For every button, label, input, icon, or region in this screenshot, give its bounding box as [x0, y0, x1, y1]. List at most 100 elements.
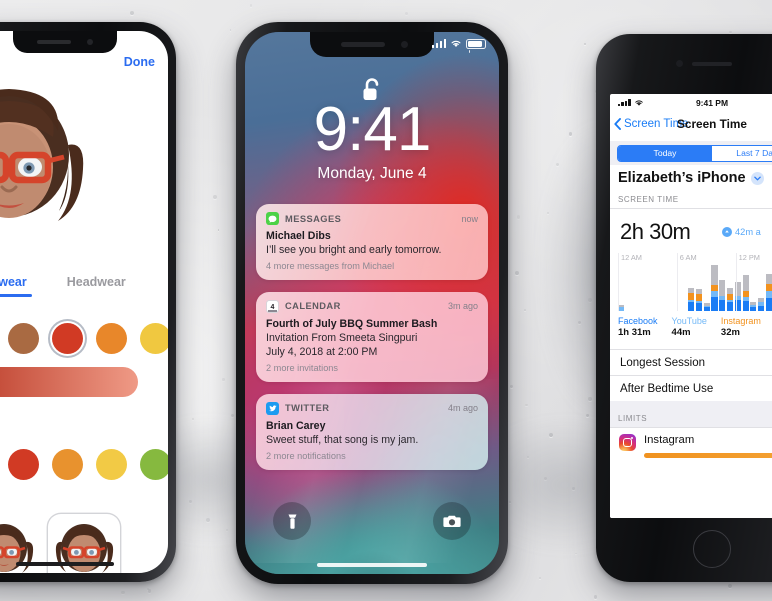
chart-bar — [695, 289, 702, 311]
limit-progress-bar — [644, 453, 772, 458]
speckle — [222, 378, 225, 381]
segmented-control-wrap: Today Last 7 Days — [610, 141, 772, 165]
color-swatch[interactable] — [52, 323, 83, 354]
chart-bar-segment — [750, 307, 757, 311]
speckle — [729, 30, 732, 34]
speckle — [229, 29, 232, 31]
segment-last7days[interactable]: Last 7 Days — [712, 145, 772, 161]
home-indicator — [16, 562, 114, 566]
limit-row-instagram[interactable]: Instagram — [610, 427, 772, 467]
notification-more[interactable]: 2 more invitations — [266, 363, 478, 373]
speaker-slit — [37, 40, 71, 44]
chart-bar-segment — [719, 299, 726, 311]
chart-bar-segment — [742, 300, 749, 311]
segment-today[interactable]: Today — [618, 145, 712, 161]
home-button[interactable] — [693, 530, 731, 568]
lock-screen-clock: 9:41 — [313, 95, 432, 164]
tab-active-indicator — [0, 294, 32, 297]
phone-middle-lockscreen: 9:41 Monday, June 4 MESSAGES now Michael… — [236, 22, 508, 584]
speckle — [147, 588, 152, 593]
screen-time-delta: 42m a — [722, 227, 761, 237]
speckle — [217, 229, 220, 231]
legend-app-value: 32m — [720, 327, 740, 338]
phone-right-screen: 9:41 PM Screen Time Screen Time Today La… — [610, 94, 772, 518]
color-swatch[interactable] — [8, 449, 39, 480]
battery-icon — [466, 39, 486, 49]
chart-tick-label: 12 PM — [738, 253, 760, 262]
notification-card[interactable]: MESSAGES now Michael Dibs I’ll see you b… — [256, 204, 488, 280]
speckle — [129, 11, 134, 16]
status-bar — [431, 39, 486, 49]
device-selector[interactable]: Elizabeth’s iPhone — [618, 170, 764, 186]
color-swatch[interactable] — [8, 323, 39, 354]
chevron-down-icon — [750, 171, 764, 185]
chart-bar-segment — [711, 265, 718, 286]
speckle — [525, 403, 528, 407]
color-swatch[interactable] — [96, 323, 127, 354]
color-swatch-row-top — [0, 323, 168, 354]
notch — [310, 32, 434, 57]
color-swatch[interactable] — [52, 449, 83, 480]
notification-header: TWITTER 4m ago — [266, 401, 478, 416]
notification-app-name: TWITTER — [285, 403, 330, 414]
speckle — [583, 42, 586, 45]
notification-more[interactable]: 2 more notifications — [266, 451, 478, 461]
chart-bar — [765, 273, 772, 311]
legend-app-value: 44m — [671, 327, 691, 338]
front-camera-icon — [87, 39, 93, 45]
tab-headwear[interactable]: Headwear — [67, 275, 126, 289]
speckle — [250, 4, 253, 7]
chart-bar — [726, 288, 734, 311]
navigation-bar: Screen Time Screen Time — [610, 111, 772, 137]
notification-body: Sweet stuff, that song is my jam. — [266, 433, 419, 446]
color-swatch[interactable] — [140, 449, 168, 480]
row-longest-session-label: Longest Session — [620, 356, 706, 369]
speckle — [404, 11, 409, 16]
notification-time: 4m ago — [447, 403, 478, 414]
tab-eyewear[interactable]: Eyewear — [0, 275, 27, 289]
color-swatch[interactable] — [140, 323, 168, 354]
status-bar-time: 9:41 PM — [695, 97, 729, 108]
camera-button[interactable] — [433, 502, 471, 540]
row-after-bedtime-use-label: After Bedtime Use — [620, 382, 714, 395]
chart-tick-label: 12 AM — [621, 253, 642, 262]
row-after-bedtime-use[interactable]: After Bedtime Use — [610, 375, 772, 401]
speckle — [509, 384, 513, 388]
chart-bar — [758, 298, 765, 311]
chart-bar-segment — [688, 302, 695, 311]
row-longest-session[interactable]: Longest Session — [610, 349, 772, 375]
notification-app-name: MESSAGES — [285, 213, 342, 224]
limit-app-name: Instagram — [644, 434, 695, 446]
notification-list: MESSAGES now Michael Dibs I’ll see you b… — [256, 204, 488, 482]
color-swatch[interactable] — [96, 449, 127, 480]
legend-app-name: Facebook — [618, 316, 658, 326]
messages-icon — [266, 212, 279, 225]
notification-card[interactable]: TWITTER 4m ago Brian Carey Sweet stuff, … — [256, 393, 488, 470]
chart-legend-item: YouTube 44m — [672, 316, 707, 338]
notification-body: Invitation From Smeeta Singpuri — [266, 331, 418, 344]
camera-icon — [443, 515, 461, 527]
chart-legend-item: Instagram 32m — [721, 316, 761, 338]
phone-right-screentime: 9:41 PM Screen Time Screen Time Today La… — [596, 34, 772, 582]
limits-header-label: LIMITS — [618, 414, 648, 423]
status-bar: 9:41 PM — [610, 94, 772, 111]
chart-legend-item: Facebook 1h 31m — [618, 316, 658, 338]
shade-slider-track[interactable] — [0, 367, 138, 397]
flashlight-button[interactable] — [273, 502, 311, 540]
notification-more[interactable]: 4 more messages from Michael — [266, 261, 478, 271]
chart-gridline — [618, 253, 619, 311]
speckle — [568, 131, 573, 136]
segmented-control: Today Last 7 Days — [617, 144, 772, 162]
screen-time-card: 2h 30m 42m a 12 AM 6 AM 12 PM Facebook 1h … — [610, 208, 772, 518]
instagram-icon — [619, 434, 636, 451]
done-button[interactable]: Done — [124, 55, 155, 69]
calendar-icon: 4 — [266, 299, 279, 313]
flashlight-icon — [288, 514, 296, 529]
notification-time: 3m ago — [447, 301, 478, 312]
notification-card[interactable]: 4 CALENDAR 3m ago Fourth of July BBQ Sum… — [256, 291, 488, 382]
chart-bar-segment — [742, 275, 749, 291]
notification-header: MESSAGES now — [266, 211, 478, 226]
legend-app-name: YouTube — [671, 316, 707, 326]
speckle — [574, 552, 577, 555]
notification-time: now — [461, 213, 478, 224]
